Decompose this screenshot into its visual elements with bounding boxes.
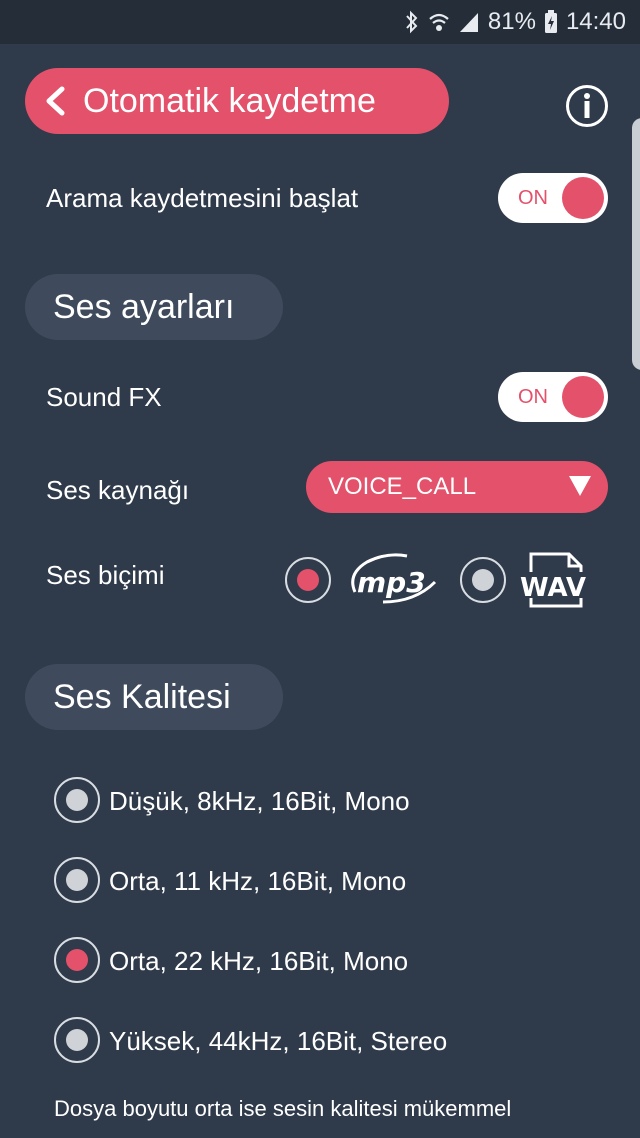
format-mp3-radio[interactable]: [285, 557, 331, 603]
clock: 14:40: [565, 8, 626, 35]
quality-radio-low[interactable]: [54, 777, 100, 823]
chevron-down-icon: [569, 476, 591, 496]
bluetooth-icon: [404, 10, 420, 34]
quality-label-low[interactable]: Düşük, 8kHz, 16Bit, Mono: [109, 786, 410, 817]
info-icon[interactable]: [565, 84, 609, 128]
quality-radio-medium-22[interactable]: [54, 937, 100, 983]
radio-unselected-dot: [472, 569, 494, 591]
format-wav-radio[interactable]: [460, 557, 506, 603]
mp3-logo-text: mp3: [357, 566, 426, 599]
wav-logo-text: WAV: [520, 573, 586, 603]
scrollbar[interactable]: [632, 118, 640, 370]
back-button[interactable]: Otomatik kaydetme: [25, 68, 449, 134]
quality-radio-medium-11[interactable]: [54, 857, 100, 903]
section-header-sound-quality: Ses Kalitesi: [25, 664, 283, 730]
radio-selected-dot: [66, 949, 88, 971]
sound-source-dropdown[interactable]: VOICE_CALL: [306, 461, 608, 513]
sound-source-value: VOICE_CALL: [328, 473, 477, 500]
toggle-knob: [562, 376, 604, 418]
sound-fx-toggle[interactable]: ON: [498, 372, 608, 422]
wifi-icon: [428, 10, 450, 34]
quality-label-high[interactable]: Yüksek, 44kHz, 16Bit, Stereo: [109, 1026, 447, 1057]
auto-record-toggle[interactable]: ON: [498, 173, 608, 223]
signal-icon: [458, 10, 480, 34]
chevron-left-icon: [46, 86, 65, 116]
quality-radio-high[interactable]: [54, 1017, 100, 1063]
quality-label-medium-11[interactable]: Orta, 11 kHz, 16Bit, Mono: [109, 866, 406, 897]
toggle-knob: [562, 177, 604, 219]
quality-label-medium-22[interactable]: Orta, 22 kHz, 16Bit, Mono: [109, 946, 408, 977]
page-title: Otomatik kaydetme: [83, 81, 376, 120]
sound-format-label: Ses biçimi: [46, 560, 165, 590]
mp3-logo: mp3: [345, 552, 445, 606]
quality-description: Dosya boyutu orta ise sesin kalitesi mük…: [54, 1096, 512, 1121]
status-bar: 81% 14:40: [0, 0, 640, 44]
sound-source-label: Ses kaynağı: [46, 475, 190, 505]
radio-selected-dot: [297, 569, 319, 591]
radio-unselected-dot: [66, 869, 88, 891]
battery-percent: 81%: [487, 8, 536, 35]
wav-file-icon: WAV: [519, 550, 589, 610]
battery-icon: [544, 10, 558, 34]
section-header-sound-settings: Ses ayarları: [25, 274, 283, 340]
auto-record-label: Arama kaydetmesini başlat: [46, 183, 359, 213]
sound-fx-label: Sound FX: [46, 382, 162, 412]
toggle-on-text: ON: [518, 187, 548, 209]
radio-unselected-dot: [66, 1029, 88, 1051]
toggle-on-text: ON: [518, 386, 548, 408]
radio-unselected-dot: [66, 789, 88, 811]
